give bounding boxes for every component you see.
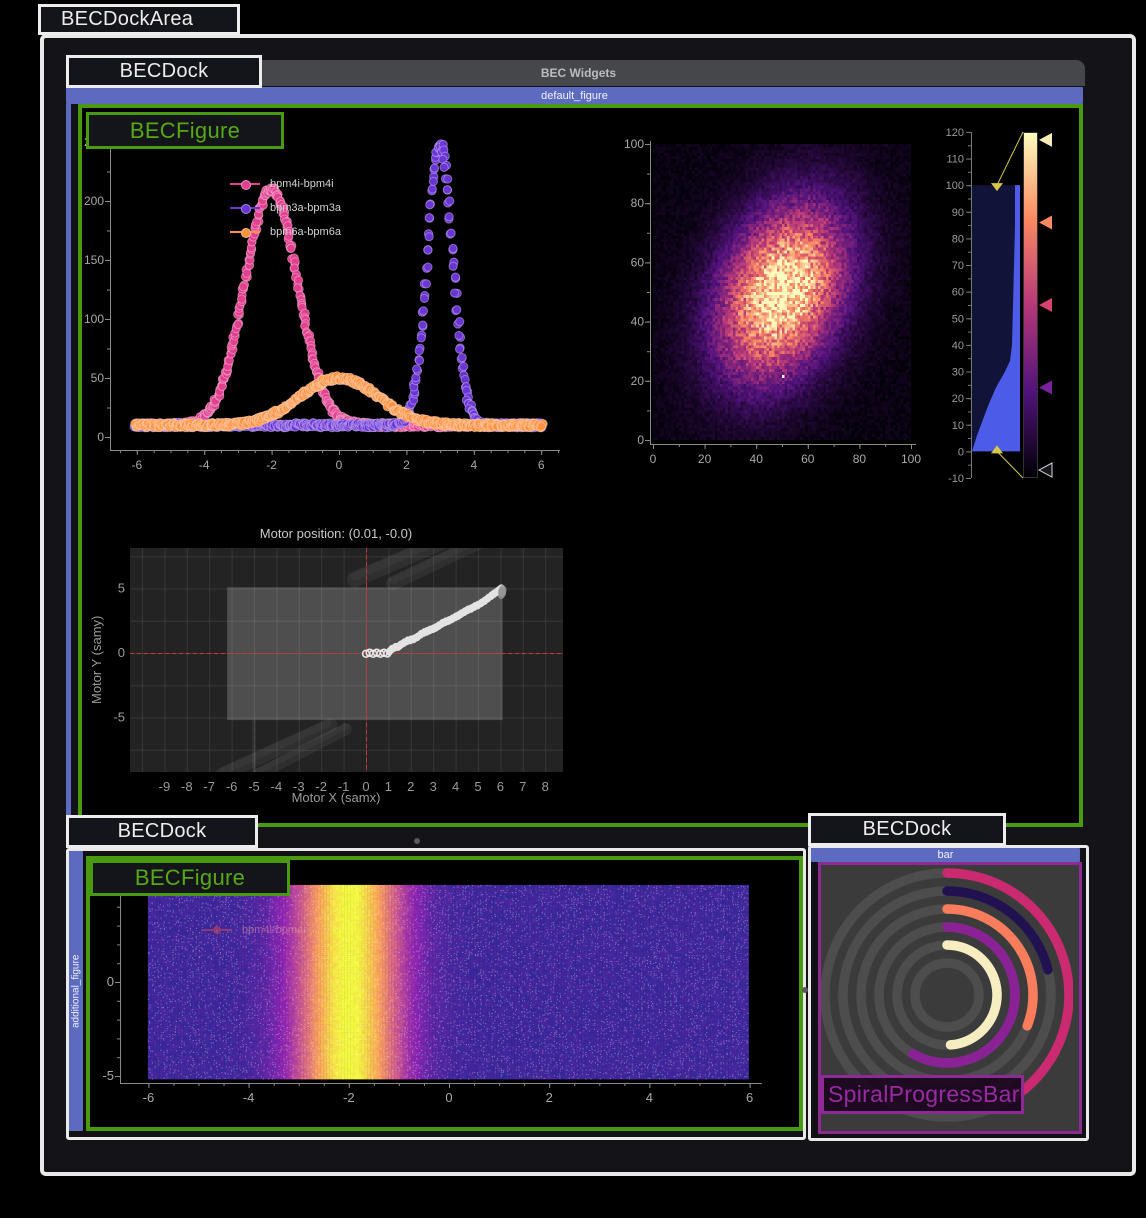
legend-item-bpm6a[interactable]: bpm6a-bpm6a — [230, 220, 341, 244]
main-dock-drag-handle[interactable]: default_figure — [66, 87, 1083, 104]
main-figure-label: BECFigure — [86, 112, 284, 149]
legend-dot-icon — [241, 228, 251, 238]
legend-dot-icon — [241, 180, 251, 190]
legend-line-icon — [230, 183, 260, 185]
main-dock-side-strip — [66, 104, 71, 820]
legend-dot-icon — [213, 926, 221, 934]
motor-y-axis-label: Motor Y (samy) — [89, 575, 104, 745]
legend-item-bpm3a[interactable]: bpm3a-bpm3a — [230, 196, 341, 220]
splitter-handle-vertical[interactable] — [802, 987, 808, 993]
additional-figure-frame: BECFigure bpm4i-bpm4i — [86, 856, 803, 1131]
motor-x-axis-label: Motor X (samx) — [86, 790, 586, 805]
legend-label: bpm4i-bpm4i — [242, 924, 306, 936]
main-dock-label: BECDock — [66, 55, 262, 88]
image-2d-plot[interactable] — [610, 115, 930, 483]
screenshot-root: BECDockArea BEC Widgets BECDock default_… — [0, 0, 1146, 1218]
legend-line-icon — [230, 207, 260, 209]
splitter-handle-horizontal[interactable] — [414, 838, 420, 844]
motor-map-title: Motor position: (0.01, -0.0) — [86, 526, 586, 541]
scan-history-plot[interactable] — [90, 860, 791, 1119]
additional-dock-drag-handle[interactable]: additional_figure — [69, 851, 83, 1131]
histogram-lut-colorbar[interactable] — [935, 112, 1075, 504]
motor-map-plot[interactable] — [86, 512, 586, 818]
additional-dock-label: BECDock — [66, 815, 258, 848]
legend-label: bpm4i-bpm4i — [270, 178, 334, 190]
legend-item-bpm4i[interactable]: bpm4i-bpm4i — [230, 172, 341, 196]
dock-area-window: BEC Widgets BECDock default_figure BECFi… — [40, 34, 1136, 1176]
legend-line-icon — [230, 231, 260, 233]
waveform-legend: bpm4i-bpm4i bpm3a-bpm3a bpm6a-bpm6a — [230, 172, 341, 244]
additional-dock: additional_figure BECFigure bpm4i-bpm4i — [66, 848, 806, 1140]
bar-dock-label: BECDock — [808, 813, 1006, 846]
legend-line-icon — [202, 929, 232, 931]
legend-label: bpm6a-bpm6a — [270, 226, 341, 238]
spiral-progress-label: SpiralProgressBar — [821, 1075, 1024, 1114]
dock-area-label: BECDockArea — [38, 4, 240, 35]
legend-label: bpm3a-bpm3a — [270, 202, 341, 214]
bar-dock-drag-handle[interactable]: bar — [811, 848, 1080, 862]
scan-history-legend: bpm4i-bpm4i — [202, 918, 306, 942]
additional-figure-label: BECFigure — [90, 860, 290, 896]
spiral-progress-frame: SpiralProgressBar — [818, 862, 1082, 1134]
main-figure-frame: BECFigure bpm4i-bpm4i bpm3a-bpm3a bpm6a-… — [78, 104, 1083, 827]
legend-item-bpm4i-history[interactable]: bpm4i-bpm4i — [202, 918, 306, 942]
waveform-plot[interactable] — [83, 115, 570, 485]
legend-dot-icon — [241, 204, 251, 214]
spiral-track-ring — [915, 963, 979, 1027]
bar-dock: bar SpiralProgressBar — [808, 845, 1089, 1141]
